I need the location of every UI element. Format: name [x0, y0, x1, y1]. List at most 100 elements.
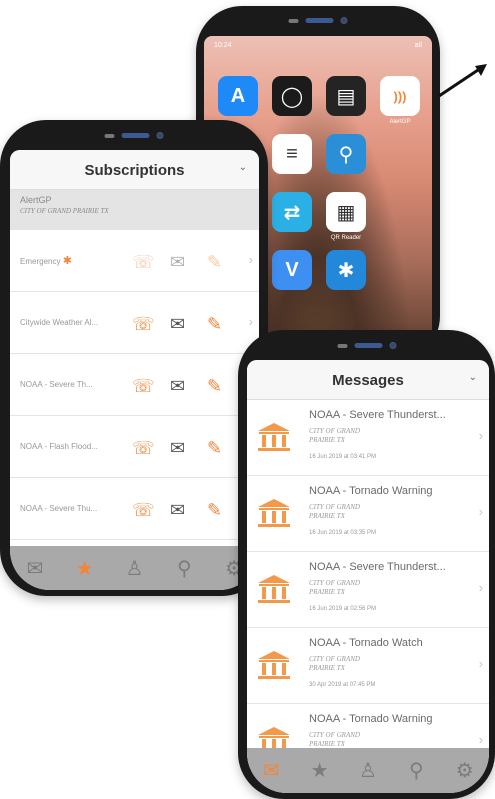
pointer-arrow-icon	[438, 64, 487, 98]
tab-search-icon[interactable]: ⚲	[401, 758, 431, 783]
app-store-icon[interactable]: A	[218, 76, 258, 116]
message-title: NOAA - Tornado Watch	[309, 637, 423, 649]
app-glyph: ▦	[336, 201, 356, 224]
app-glyph: ✱	[337, 259, 355, 282]
blank-icon	[380, 192, 420, 232]
message-row[interactable]: NOAA - Severe Thunderst... CITY OF GRAND …	[247, 552, 489, 628]
sms-icon[interactable]: ✎	[207, 376, 222, 397]
wallet-icon[interactable]: ▤	[326, 76, 366, 116]
chevron-right-icon[interactable]: ›	[479, 428, 483, 443]
message-title: NOAA - Tornado Warning	[309, 485, 433, 497]
subscriptions-header: Subscriptions ⌄	[10, 150, 259, 190]
messages-phone: Messages ⌄ NOAA - Severe Thunderst... CIT…	[238, 330, 495, 799]
message-row[interactable]: NOAA - Tornado Warning CITY OF GRAND PRAI…	[247, 476, 489, 552]
chevron-right-icon[interactable]: ›	[479, 656, 483, 671]
tab-bar: ✉ ★ ♙ ⚲ ⚙	[10, 546, 259, 590]
message-date: 16 Jun 2019 at 03:41 PM	[309, 454, 377, 460]
app-label: AlertGP	[389, 119, 411, 125]
vimeo-icon[interactable]: V	[272, 250, 312, 290]
sms-icon[interactable]: ✎	[207, 252, 222, 273]
messages-header: Messages ⌄	[247, 360, 489, 400]
phone-notch	[337, 342, 396, 349]
app-glyph: ⇄	[283, 201, 301, 224]
qr-reader-icon[interactable]: ▦ QR Reader	[326, 192, 366, 241]
email-icon[interactable]: ✉	[170, 500, 185, 521]
page-title: Subscriptions	[84, 162, 185, 179]
chevron-right-icon[interactable]: ›	[479, 580, 483, 595]
account-name: AlertGP	[20, 195, 52, 205]
account-org: CITY OF GRAND PRAIRIE TX	[20, 207, 109, 215]
message-title: NOAA - Severe Thunderst...	[309, 409, 446, 421]
watch-icon[interactable]: ◯	[272, 76, 312, 116]
reminders-icon[interactable]: ≡	[272, 134, 312, 174]
alertgp-icon[interactable]: ))) AlertGP	[380, 76, 420, 125]
chevron-right-icon[interactable]: ›	[249, 252, 253, 267]
message-title: NOAA - Tornado Warning	[309, 713, 433, 725]
status-bar: 10:24 atl	[214, 42, 422, 49]
email-icon[interactable]: ✉	[170, 438, 185, 459]
tab-subscriptions-icon[interactable]: ★	[305, 758, 335, 783]
page-title: Messages	[332, 372, 404, 389]
message-sender: CITY OF GRAND PRAIRIE TX	[309, 579, 360, 596]
repost-icon[interactable]: ⇄	[272, 192, 312, 232]
message-list: NOAA - Severe Thunderst... CITY OF GRAND …	[247, 400, 489, 780]
subscription-name: NOAA - Severe Th...	[20, 380, 93, 389]
email-icon[interactable]: ✉	[170, 376, 185, 397]
subscription-list: Emergency ✱ ☏ ✉ ✎ › Citywide Weather Al... ☏ ✉ ✎…	[10, 230, 259, 590]
sms-icon[interactable]: ✎	[207, 314, 222, 335]
app-label: QR Reader	[330, 235, 362, 241]
phone-call-icon[interactable]: ☏	[132, 252, 155, 273]
chevron-right-icon[interactable]: ›	[479, 732, 483, 747]
sms-icon[interactable]: ✎	[207, 500, 222, 521]
app-glyph: ≡	[286, 142, 298, 165]
chevron-right-icon[interactable]: ›	[249, 314, 253, 329]
tab-messages-icon[interactable]: ✉	[20, 556, 50, 581]
message-sender: CITY OF GRAND PRAIRIE TX	[309, 503, 360, 520]
app-glyph: )))	[393, 88, 407, 104]
message-row[interactable]: NOAA - Tornado Watch CITY OF GRAND PRAIRI…	[247, 628, 489, 704]
tab-settings-icon[interactable]: ⚙	[450, 758, 480, 783]
subscription-name: Citywide Weather Al...	[20, 318, 99, 327]
subscriptions-phone: Subscriptions ⌄ AlertGP CITY OF GRAND PR…	[0, 120, 268, 596]
tab-subscriptions-icon[interactable]: ★	[70, 556, 100, 581]
email-icon[interactable]: ✉	[170, 252, 185, 273]
app-glyph: ◯	[280, 85, 304, 108]
chevron-down-icon[interactable]: ⌄	[469, 372, 477, 383]
message-sender: CITY OF GRAND PRAIRIE TX	[309, 655, 360, 672]
subscription-name: NOAA - Severe Thu...	[20, 504, 98, 513]
find-icon[interactable]: ⚲	[326, 134, 366, 174]
phone-call-icon[interactable]: ☏	[132, 376, 155, 397]
government-building-icon	[257, 498, 291, 528]
phone-call-icon[interactable]: ☏	[132, 314, 155, 335]
phone-call-icon[interactable]: ☏	[132, 438, 155, 459]
subscriptions-screen: Subscriptions ⌄ AlertGP CITY OF GRAND PR…	[10, 150, 259, 590]
subscription-row[interactable]: NOAA - Severe Th...☏✉✎›	[10, 354, 259, 416]
phone-notch	[288, 17, 348, 24]
app-glyph: ⚲	[338, 143, 354, 166]
chevron-down-icon[interactable]: ⌄	[239, 162, 247, 173]
account-section: AlertGP CITY OF GRAND PRAIRIE TX	[10, 190, 259, 230]
tab-profile-icon[interactable]: ♙	[353, 758, 383, 783]
subscription-row[interactable]: Emergency ✱ ☏ ✉ ✎ ›	[10, 230, 259, 292]
message-row[interactable]: NOAA - Severe Thunderst... CITY OF GRAND …	[247, 400, 489, 476]
mylineup-icon[interactable]: ✱	[326, 250, 366, 290]
message-sender: CITY OF GRAND PRAIRIE TX	[309, 427, 360, 444]
government-building-icon	[257, 650, 291, 680]
tab-messages-icon[interactable]: ✉	[256, 758, 286, 783]
tab-profile-icon[interactable]: ♙	[119, 556, 149, 581]
subscription-row[interactable]: NOAA - Flash Flood...☏✉✎›	[10, 416, 259, 478]
subscription-name: Emergency ✱	[20, 255, 72, 267]
phone-notch	[104, 132, 164, 139]
phone-call-icon[interactable]: ☏	[132, 500, 155, 521]
app-glyph: V	[285, 258, 299, 281]
message-title: NOAA - Severe Thunderst...	[309, 561, 446, 573]
tab-search-icon[interactable]: ⚲	[169, 556, 199, 581]
message-date: 16 Jun 2019 at 03:35 PM	[309, 530, 377, 536]
sms-icon[interactable]: ✎	[207, 438, 222, 459]
email-icon[interactable]: ✉	[170, 314, 185, 335]
chevron-right-icon[interactable]: ›	[479, 504, 483, 519]
subscription-row[interactable]: NOAA - Severe Thu...☏✉✎›	[10, 478, 259, 540]
message-date: 16 Jun 2019 at 02:56 PM	[309, 606, 377, 612]
app-glyph: ▤	[336, 85, 356, 108]
subscription-row[interactable]: Citywide Weather Al... ☏ ✉ ✎ ›	[10, 292, 259, 354]
